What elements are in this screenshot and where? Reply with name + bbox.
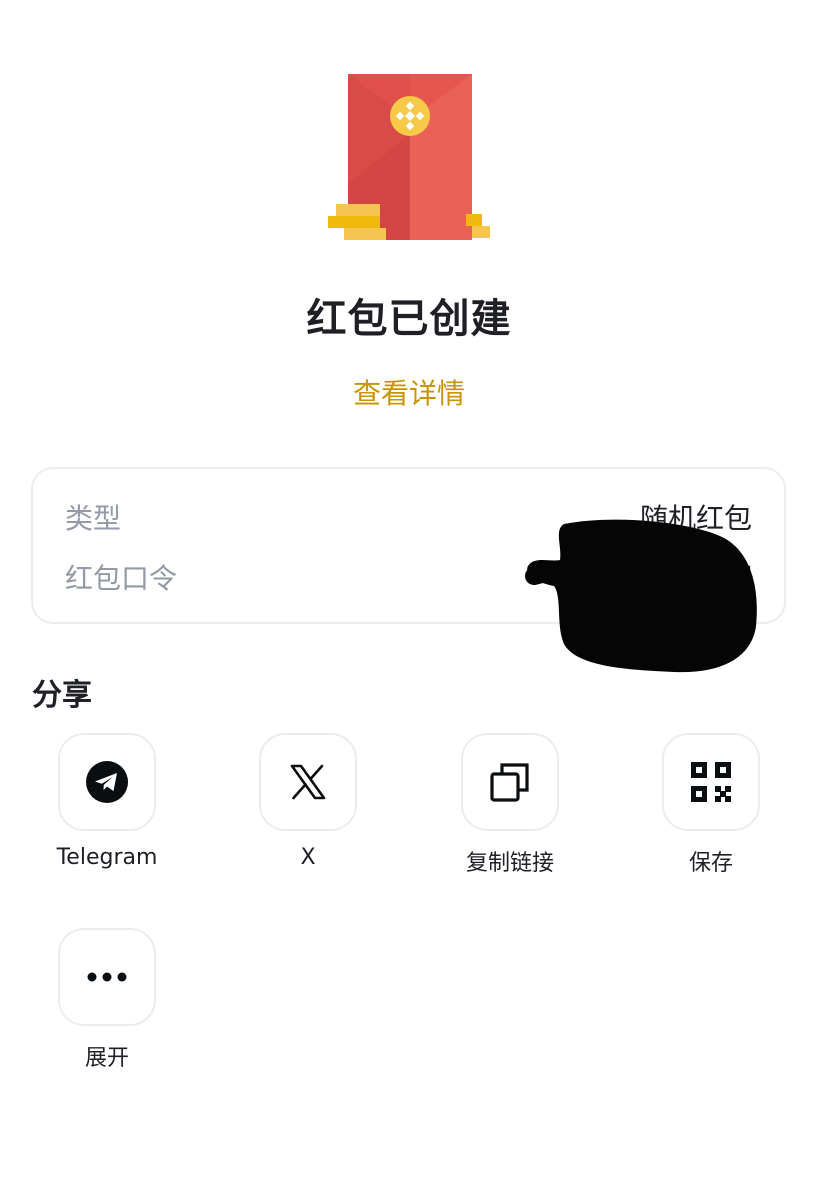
copy-link-icon bbox=[490, 763, 529, 802]
code-row: 红包口令 6S bbox=[65, 557, 752, 597]
type-value: 随机红包 bbox=[639, 502, 752, 535]
save-button[interactable]: 保存 bbox=[631, 733, 791, 877]
share-telegram-tile[interactable] bbox=[58, 733, 156, 831]
more-share-label: 展开 bbox=[84, 1046, 129, 1071]
more-share-button[interactable]: 展开 bbox=[27, 928, 187, 1072]
save-tile[interactable] bbox=[662, 733, 760, 831]
red-envelope-icon bbox=[328, 74, 490, 240]
type-row: 类型 随机红包 bbox=[65, 497, 752, 537]
share-x-label: X bbox=[300, 845, 316, 870]
more-icon bbox=[87, 972, 127, 982]
copy-link-label: 复制链接 bbox=[465, 851, 554, 876]
code-value: 6S bbox=[680, 561, 752, 594]
share-telegram-label: Telegram bbox=[56, 845, 158, 870]
type-label: 类型 bbox=[65, 502, 122, 535]
copy-link-button[interactable]: 复制链接 bbox=[430, 733, 590, 877]
view-details-link[interactable]: 查看详情 bbox=[0, 372, 818, 412]
envelope-info-card: 类型 随机红包 红包口令 6S bbox=[31, 467, 786, 624]
page-title: 红包已创建 bbox=[306, 296, 512, 342]
copy-code-icon[interactable] bbox=[726, 564, 752, 590]
share-telegram-button[interactable]: Telegram bbox=[27, 733, 187, 870]
copy-link-tile[interactable] bbox=[461, 733, 559, 831]
telegram-icon bbox=[86, 761, 128, 803]
more-share-tile[interactable] bbox=[58, 928, 156, 1026]
share-x-tile[interactable] bbox=[259, 733, 357, 831]
save-label: 保存 bbox=[688, 851, 733, 876]
share-x-button[interactable]: X bbox=[228, 733, 388, 870]
code-label: 红包口令 bbox=[65, 562, 178, 595]
share-heading: 分享 bbox=[32, 678, 92, 713]
qr-code-icon bbox=[691, 762, 731, 802]
x-logo-icon bbox=[290, 764, 326, 800]
code-value-text: 6S bbox=[680, 560, 716, 594]
